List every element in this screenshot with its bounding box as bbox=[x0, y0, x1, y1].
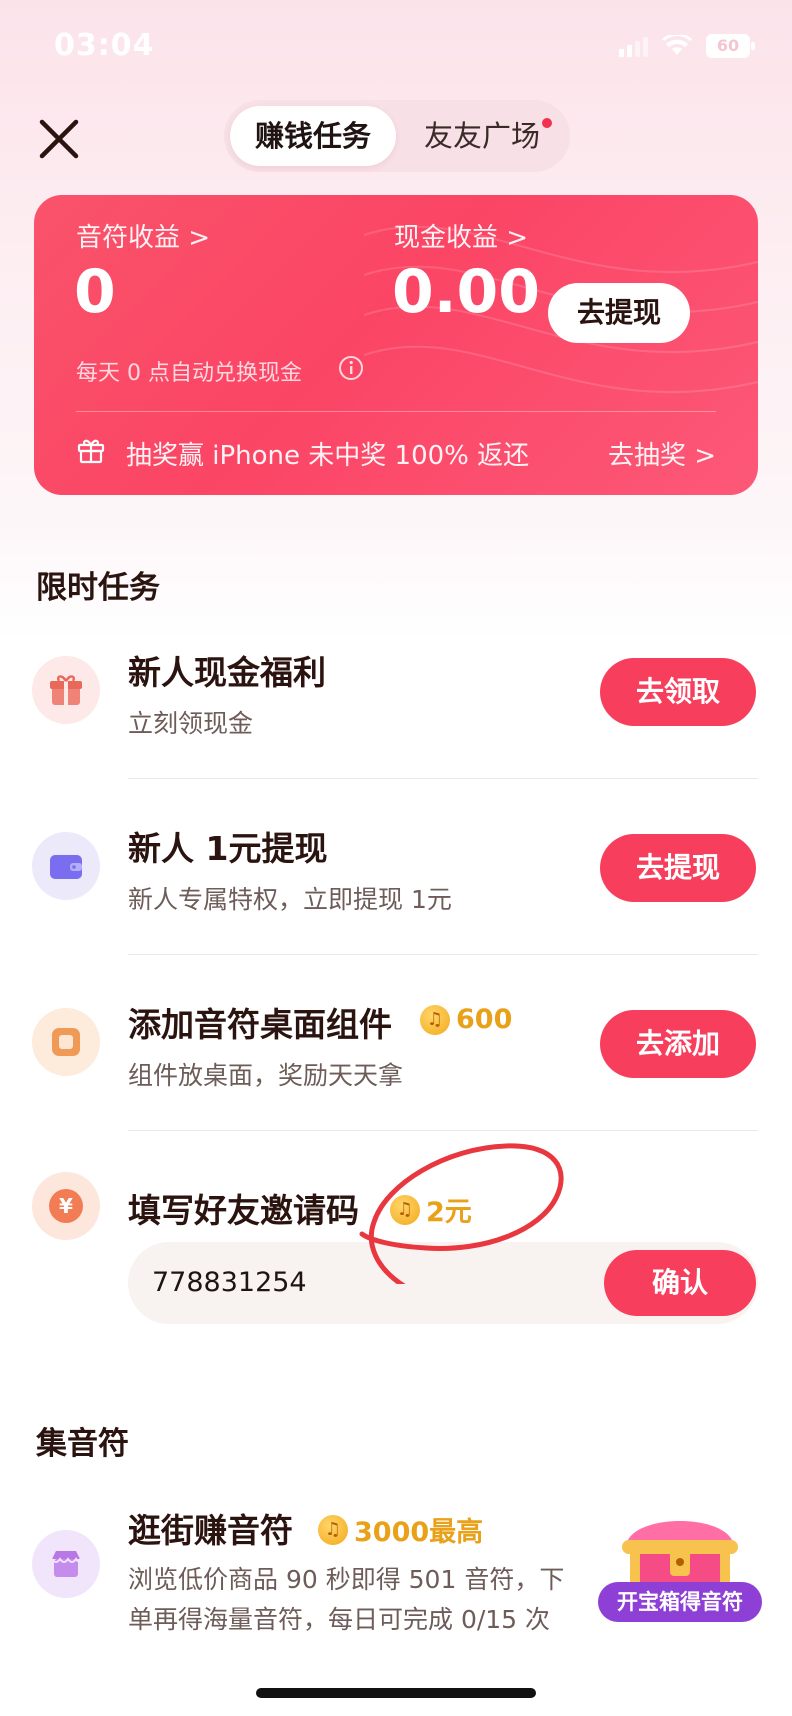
divider bbox=[128, 1130, 758, 1131]
section-title-limited-tasks: 限时任务 bbox=[36, 570, 160, 606]
annotation-circle bbox=[359, 1143, 564, 1284]
lottery-promo-text: 抽奖赢 iPhone 未中奖 100% 返还 bbox=[126, 441, 530, 471]
widget-icon bbox=[32, 1008, 100, 1076]
withdraw-one-yuan-button[interactable]: 去提现 bbox=[600, 834, 756, 902]
section-title-collect-notes: 集音符 bbox=[36, 1426, 129, 1462]
task-title: 逛街赚音符 bbox=[128, 1511, 293, 1550]
task-title: 填写好友邀请码 bbox=[128, 1191, 359, 1230]
auto-exchange-note: 每天 0 点自动兑换现金 bbox=[76, 361, 302, 386]
task-title: 添加音符桌面组件 bbox=[128, 1005, 392, 1044]
task-subtitle: 组件放桌面，奖励天天拿 bbox=[128, 1061, 404, 1090]
wifi-icon bbox=[662, 35, 692, 57]
note-coin-icon: ♫ bbox=[318, 1514, 348, 1545]
earnings-card: 音符收益 > 0 现金收益 > 0.00 去提现 每天 0 点自动兑换现金 抽奖… bbox=[34, 195, 758, 495]
task-subtitle-line1: 浏览低价商品 90 秒即得 501 音符，下 bbox=[128, 1565, 565, 1594]
reward-notes: ♫ 600 bbox=[420, 1004, 512, 1035]
gift-icon bbox=[76, 435, 106, 465]
reward-value: 3000最高 bbox=[354, 1517, 484, 1548]
signal-icon bbox=[619, 35, 648, 57]
confirm-button[interactable]: 确认 bbox=[604, 1250, 756, 1316]
notes-earnings-value: 0 bbox=[74, 257, 116, 327]
cash-earnings-value: 0.00 bbox=[392, 257, 541, 327]
card-divider bbox=[76, 411, 716, 412]
invite-code-value[interactable]: 778831254 bbox=[152, 1242, 307, 1324]
close-icon[interactable] bbox=[38, 118, 80, 160]
svg-text:¥: ¥ bbox=[59, 1194, 73, 1218]
add-widget-button[interactable]: 去添加 bbox=[600, 1010, 756, 1078]
info-icon[interactable] bbox=[338, 355, 364, 381]
notification-dot bbox=[542, 118, 552, 128]
withdraw-button[interactable]: 去提现 bbox=[548, 283, 690, 343]
treasure-box-button[interactable]: 开宝箱得音符 bbox=[598, 1582, 762, 1622]
gift-icon bbox=[32, 656, 100, 724]
divider bbox=[128, 778, 758, 779]
shop-icon bbox=[32, 1530, 100, 1598]
cash-earnings-link[interactable]: 现金收益 > bbox=[394, 217, 528, 254]
note-coin-icon: ♫ bbox=[420, 1004, 450, 1035]
status-time: 03:04 bbox=[54, 28, 155, 63]
reward-notes: ♫ 3000最高 bbox=[318, 1510, 483, 1549]
task-subtitle-line2: 单再得海量音符，每日可完成 0/15 次 bbox=[128, 1605, 551, 1634]
reward-value: 600 bbox=[456, 1004, 513, 1035]
status-indicators: 60 bbox=[619, 34, 756, 58]
notes-earnings-link[interactable]: 音符收益 > bbox=[76, 217, 210, 254]
battery-level: 60 bbox=[716, 36, 740, 55]
top-tabs: 赚钱任务 友友广场 bbox=[224, 100, 570, 172]
task-subtitle: 新人专属特权，立即提现 1元 bbox=[128, 885, 452, 914]
yuan-icon: ¥ bbox=[32, 1172, 100, 1240]
lottery-link[interactable]: 去抽奖 > bbox=[608, 435, 716, 472]
battery-icon: 60 bbox=[706, 34, 756, 58]
task-title: 新人现金福利 bbox=[128, 653, 326, 692]
wallet-icon bbox=[32, 832, 100, 900]
home-indicator bbox=[256, 1688, 536, 1698]
claim-cash-button[interactable]: 去领取 bbox=[600, 658, 756, 726]
tab-friends-plaza[interactable]: 友友广场 bbox=[402, 106, 562, 166]
task-title: 新人 1元提现 bbox=[128, 829, 328, 868]
divider bbox=[128, 954, 758, 955]
task-subtitle: 立刻领现金 bbox=[128, 709, 254, 738]
tab-earn-tasks[interactable]: 赚钱任务 bbox=[230, 106, 396, 166]
